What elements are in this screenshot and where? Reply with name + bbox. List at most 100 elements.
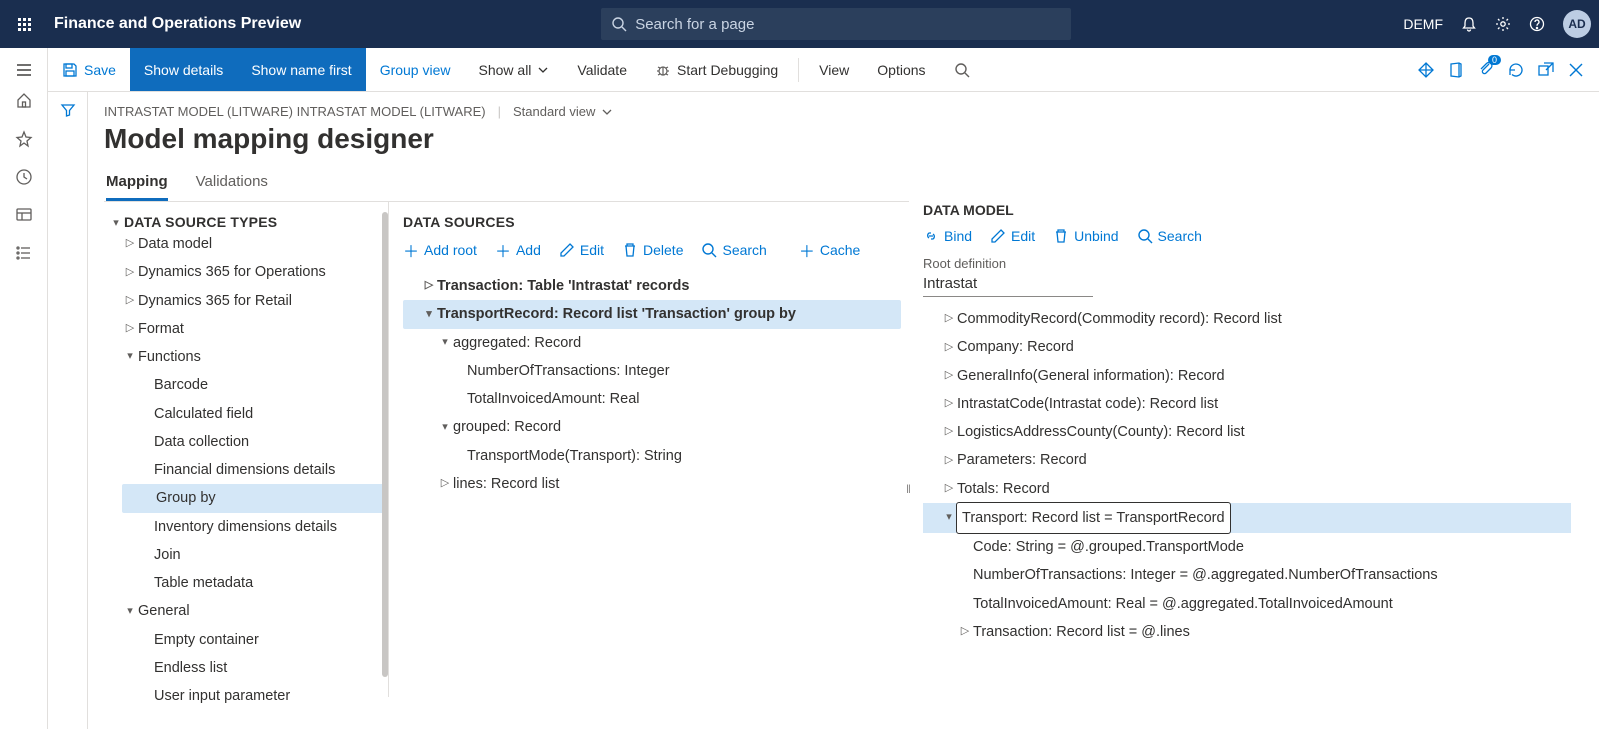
tree-item[interactable]: Barcode [104, 371, 388, 399]
tree-item[interactable]: ▷lines: Record list [403, 470, 901, 498]
validate-button[interactable]: Validate [563, 48, 641, 91]
tab-validations[interactable]: Validations [196, 173, 268, 201]
chevron-down-icon [537, 64, 549, 76]
global-search[interactable]: Search for a page [601, 8, 1071, 40]
trash-icon [622, 242, 638, 258]
add-button[interactable]: ＋Add [495, 238, 541, 262]
tree-item[interactable]: ▾General [104, 597, 388, 625]
tree-item[interactable]: TransportMode(Transport): String [403, 442, 901, 470]
save-button[interactable]: Save [48, 48, 130, 91]
gear-icon[interactable] [1495, 16, 1511, 32]
bug-icon [655, 62, 671, 78]
tree-item[interactable]: Inventory dimensions details [104, 513, 388, 541]
edit-button[interactable]: Edit [559, 238, 604, 262]
refresh-icon[interactable] [1507, 61, 1525, 79]
filter-icon[interactable] [60, 102, 76, 118]
tree-item[interactable]: ▷IntrastatCode(Intrastat code): Record l… [923, 390, 1571, 418]
list-icon[interactable] [15, 244, 33, 262]
close-icon[interactable] [1567, 61, 1585, 79]
company-badge[interactable]: DEMF [1403, 16, 1443, 32]
options-button[interactable]: Options [863, 48, 939, 91]
cache-button[interactable]: ＋Cache [799, 238, 860, 262]
command-bar: Save Show details Show name first Group … [48, 48, 1599, 92]
tree-item[interactable]: ▷Parameters: Record [923, 446, 1571, 474]
dsources-header: DATA SOURCES [403, 214, 901, 230]
tree-item[interactable]: NumberOfTransactions: Integer = @.aggreg… [923, 561, 1571, 589]
rootdef-label: Root definition [923, 256, 1571, 271]
tree-item[interactable]: ▷Data model [104, 230, 388, 258]
tree-item[interactable]: Join [104, 541, 388, 569]
pencil-icon [990, 228, 1006, 244]
delete-button[interactable]: Delete [622, 238, 683, 262]
bell-icon[interactable] [1461, 16, 1477, 32]
tree-item-transport[interactable]: ▾Transport: Record list = TransportRecor… [923, 503, 1571, 533]
popout-icon[interactable] [1537, 61, 1555, 79]
tree-item[interactable]: Data collection [104, 428, 388, 456]
home-icon[interactable] [15, 92, 33, 110]
search-button-toolbar[interactable] [940, 48, 984, 91]
workspace-icon[interactable] [15, 206, 33, 224]
tree-item-groupby[interactable]: Group by [122, 484, 388, 512]
tree-item[interactable]: ▷LogisticsAddressCounty(County): Record … [923, 418, 1571, 446]
tree-item[interactable]: Table metadata [104, 569, 388, 597]
diamond-icon[interactable] [1417, 61, 1435, 79]
attachments-icon[interactable]: 0 [1477, 59, 1495, 80]
model-header: DATA MODEL [923, 202, 1571, 218]
tree-item[interactable]: ▷GeneralInfo(General information): Recor… [923, 362, 1571, 390]
search-icon [1137, 228, 1153, 244]
tree-item[interactable]: ▷Company: Record [923, 333, 1571, 361]
search-button[interactable]: Search [1137, 228, 1202, 244]
tree-item[interactable]: Empty container [104, 626, 388, 654]
show-all-button[interactable]: Show all [465, 48, 564, 91]
tree-item[interactable]: ▾Functions [104, 343, 388, 371]
view-button[interactable]: View [805, 48, 863, 91]
tab-mapping[interactable]: Mapping [106, 173, 168, 201]
bind-button[interactable]: Bind [923, 228, 972, 244]
tree-item[interactable]: Financial dimensions details [104, 456, 388, 484]
star-icon[interactable] [15, 130, 33, 148]
tree-item[interactable]: NumberOfTransactions: Integer [403, 357, 901, 385]
tree-item[interactable]: ▷Transaction: Record list = @.lines [923, 618, 1571, 646]
save-icon [62, 62, 78, 78]
unbind-button[interactable]: Unbind [1053, 228, 1118, 244]
tree-item[interactable]: ▷Dynamics 365 for Operations [104, 258, 388, 286]
trash-icon [1053, 228, 1069, 244]
view-selector[interactable]: Standard view [513, 104, 613, 119]
show-name-first-button[interactable]: Show name first [237, 48, 365, 91]
tree-item[interactable]: Code: String = @.grouped.TransportMode [923, 533, 1571, 561]
clock-icon[interactable] [15, 168, 33, 186]
group-view-button[interactable]: Group view [366, 48, 465, 91]
show-details-button[interactable]: Show details [130, 48, 237, 91]
tree-item[interactable]: ▷Transaction: Table 'Intrastat' records [403, 272, 901, 300]
search-icon [611, 16, 627, 32]
start-debugging-button[interactable]: Start Debugging [641, 48, 792, 91]
filter-column [48, 92, 88, 729]
data-source-types-panel: ▾DATA SOURCE TYPES ▷Data model ▷Dynamics… [104, 202, 389, 697]
main-area: INTRASTAT MODEL (LITWARE) INTRASTAT MODE… [48, 92, 1599, 729]
avatar[interactable]: AD [1563, 10, 1591, 38]
help-icon[interactable] [1529, 16, 1545, 32]
app-launcher[interactable] [8, 18, 40, 31]
search-button[interactable]: Search [701, 238, 766, 262]
top-bar: Finance and Operations Preview Search fo… [0, 0, 1599, 48]
tree-item[interactable]: ▷Dynamics 365 for Retail [104, 287, 388, 315]
tree-item[interactable]: ▷CommodityRecord(Commodity record): Reco… [923, 305, 1571, 333]
add-root-button[interactable]: ＋Add root [403, 238, 477, 262]
tree-item[interactable]: ▷Format [104, 315, 388, 343]
tree-item[interactable]: TotalInvoicedAmount: Real [403, 385, 901, 413]
tree-item[interactable]: Endless list [104, 654, 388, 682]
data-model-panel: ‖ DATA MODEL Bind Edit Unbind Search Roo… [909, 202, 1579, 697]
tree-item[interactable]: ▷Totals: Record [923, 475, 1571, 503]
tree-item-transportrecord[interactable]: ▾TransportRecord: Record list 'Transacti… [403, 300, 901, 328]
office-icon[interactable] [1447, 61, 1465, 79]
tree-item[interactable]: TotalInvoicedAmount: Real = @.aggregated… [923, 590, 1571, 618]
nav-toggle[interactable] [0, 48, 47, 92]
tree-item[interactable]: User input parameter [104, 682, 388, 710]
tree-item[interactable]: ▾grouped: Record [403, 413, 901, 441]
tree-item[interactable]: ▾aggregated: Record [403, 329, 901, 357]
tree-item[interactable]: Calculated field [104, 400, 388, 428]
edit-button[interactable]: Edit [990, 228, 1035, 244]
app-title: Finance and Operations Preview [54, 15, 301, 33]
rootdef-value[interactable]: Intrastat [923, 271, 1093, 297]
splitter-handle[interactable]: ‖ [906, 482, 909, 496]
